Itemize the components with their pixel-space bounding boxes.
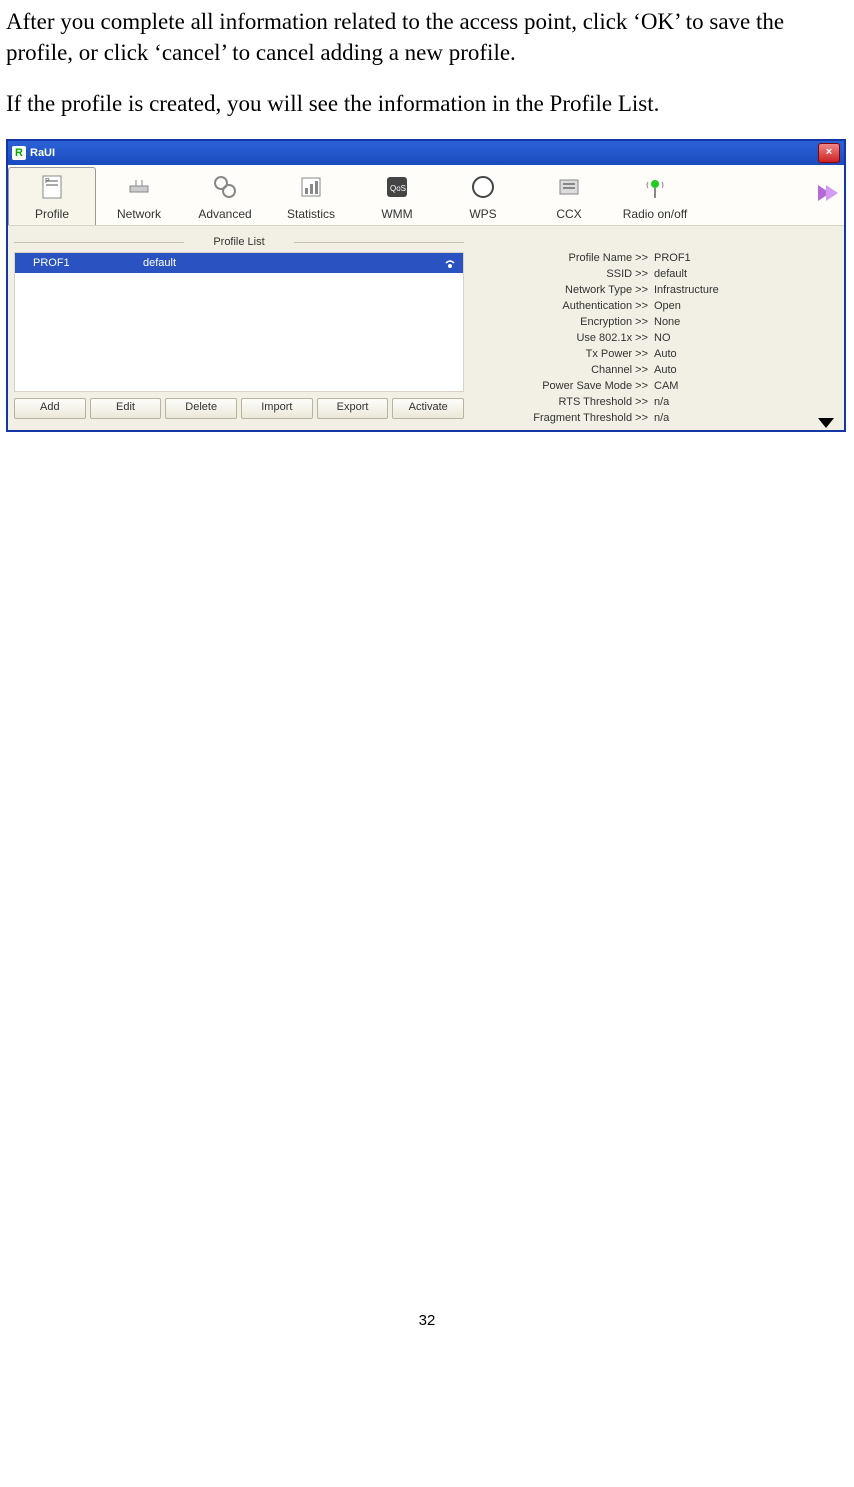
toolbar-wps[interactable]: WPS bbox=[440, 168, 526, 225]
detail-value: default bbox=[652, 268, 687, 280]
detail-value: None bbox=[652, 316, 680, 328]
toolbar-advanced-label: Advanced bbox=[182, 207, 268, 221]
toolbar-ccx-label: CCX bbox=[526, 207, 612, 221]
detail-row: Power Save Mode >>CAM bbox=[468, 378, 834, 394]
toolbar-statistics[interactable]: Statistics bbox=[268, 168, 354, 225]
detail-label: Network Type >> bbox=[468, 284, 652, 296]
ccx-icon bbox=[554, 172, 584, 202]
detail-row: SSID >>default bbox=[468, 266, 834, 282]
profile-row[interactable]: PROF1 default bbox=[15, 253, 463, 273]
raui-window: R RaUI × P Profile Network Advanced Stat… bbox=[6, 139, 846, 432]
detail-row: Channel >>Auto bbox=[468, 362, 834, 378]
toolbar-wmm-label: WMM bbox=[354, 207, 440, 221]
detail-row: Tx Power >>Auto bbox=[468, 346, 834, 362]
delete-button[interactable]: Delete bbox=[165, 398, 237, 419]
page-number: 32 bbox=[6, 1312, 848, 1349]
profile-list[interactable]: PROF1 default bbox=[14, 252, 464, 392]
window-title: RaUI bbox=[30, 147, 818, 159]
detail-label: Encryption >> bbox=[468, 316, 652, 328]
statistics-icon bbox=[296, 172, 326, 202]
advanced-icon bbox=[210, 172, 240, 202]
toolbar-ccx[interactable]: CCX bbox=[526, 168, 612, 225]
detail-label: Profile Name >> bbox=[468, 252, 652, 264]
detail-value: CAM bbox=[652, 380, 678, 392]
app-icon: R bbox=[12, 146, 26, 160]
detail-value: n/a bbox=[652, 396, 669, 408]
export-button[interactable]: Export bbox=[317, 398, 389, 419]
detail-label: RTS Threshold >> bbox=[468, 396, 652, 408]
detail-label: Channel >> bbox=[468, 364, 652, 376]
detail-row: Profile Name >>PROF1 bbox=[468, 250, 834, 266]
radio-icon bbox=[640, 172, 670, 202]
close-button[interactable]: × bbox=[818, 143, 840, 163]
detail-label: Authentication >> bbox=[468, 300, 652, 312]
detail-value: Infrastructure bbox=[652, 284, 719, 296]
signal-icon bbox=[441, 255, 459, 272]
detail-label: Fragment Threshold >> bbox=[468, 412, 652, 424]
detail-row: Encryption >>None bbox=[468, 314, 834, 330]
edit-button[interactable]: Edit bbox=[90, 398, 162, 419]
detail-label: Use 802.1x >> bbox=[468, 332, 652, 344]
network-icon bbox=[124, 172, 154, 202]
activate-button[interactable]: Activate bbox=[392, 398, 464, 419]
toolbar-network[interactable]: Network bbox=[96, 168, 182, 225]
detail-row: Authentication >>Open bbox=[468, 298, 834, 314]
expand-toggle-icon[interactable] bbox=[818, 418, 834, 428]
profile-row-name: PROF1 bbox=[19, 257, 143, 269]
toolbar-statistics-label: Statistics bbox=[268, 207, 354, 221]
detail-value: NO bbox=[652, 332, 671, 344]
import-button[interactable]: Import bbox=[241, 398, 313, 419]
wps-icon bbox=[468, 172, 498, 202]
detail-row: Fragment Threshold >>n/a bbox=[468, 410, 834, 426]
toolbar-radio[interactable]: Radio on/off bbox=[612, 168, 698, 225]
detail-label: SSID >> bbox=[468, 268, 652, 280]
doc-paragraph-1: After you complete all information relat… bbox=[6, 6, 848, 68]
toolbar-profile-label: Profile bbox=[9, 207, 95, 221]
toolbar-wmm[interactable]: QoS WMM bbox=[354, 168, 440, 225]
wmm-icon: QoS bbox=[382, 172, 412, 202]
doc-paragraph-2: If the profile is created, you will see … bbox=[6, 88, 848, 119]
detail-value: Open bbox=[652, 300, 681, 312]
svg-text:QoS: QoS bbox=[390, 184, 406, 193]
detail-value: Auto bbox=[652, 348, 677, 360]
profile-list-header: Profile List bbox=[14, 234, 464, 252]
svg-text:P: P bbox=[45, 178, 50, 185]
detail-row: RTS Threshold >>n/a bbox=[468, 394, 834, 410]
profile-buttons: Add Edit Delete Import Export Activate bbox=[14, 398, 464, 419]
detail-row: Use 802.1x >>NO bbox=[468, 330, 834, 346]
detail-row: Network Type >>Infrastructure bbox=[468, 282, 834, 298]
detail-value: PROF1 bbox=[652, 252, 691, 264]
next-arrow-button[interactable] bbox=[812, 179, 840, 207]
toolbar-advanced[interactable]: Advanced bbox=[182, 168, 268, 225]
detail-value: Auto bbox=[652, 364, 677, 376]
detail-label: Tx Power >> bbox=[468, 348, 652, 360]
profile-row-ssid: default bbox=[143, 257, 441, 269]
toolbar-network-label: Network bbox=[96, 207, 182, 221]
profile-details: Profile Name >>PROF1 SSID >>default Netw… bbox=[464, 234, 838, 426]
toolbar-profile[interactable]: P Profile bbox=[8, 167, 96, 225]
toolbar-wps-label: WPS bbox=[440, 207, 526, 221]
add-button[interactable]: Add bbox=[14, 398, 86, 419]
main-toolbar: P Profile Network Advanced Statistics Qo… bbox=[8, 165, 844, 226]
titlebar: R RaUI × bbox=[8, 141, 844, 165]
profile-icon: P bbox=[37, 172, 67, 202]
body-area: Profile List PROF1 default Add Edit Dele… bbox=[8, 226, 844, 430]
detail-value: n/a bbox=[652, 412, 669, 424]
toolbar-radio-label: Radio on/off bbox=[612, 207, 698, 221]
detail-label: Power Save Mode >> bbox=[468, 380, 652, 392]
